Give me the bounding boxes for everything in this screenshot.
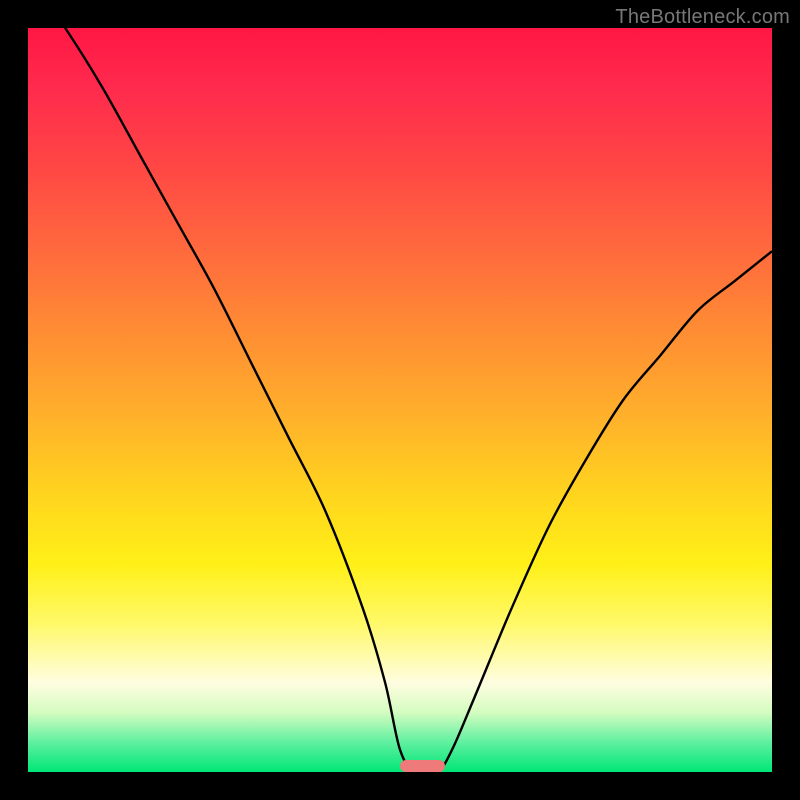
optimal-range-marker [400, 760, 445, 772]
watermark-text: TheBottleneck.com [615, 6, 790, 29]
plot-area [28, 28, 772, 772]
curve-path [28, 28, 772, 772]
chart-frame: TheBottleneck.com [0, 0, 800, 800]
bottleneck-curve [28, 28, 772, 772]
